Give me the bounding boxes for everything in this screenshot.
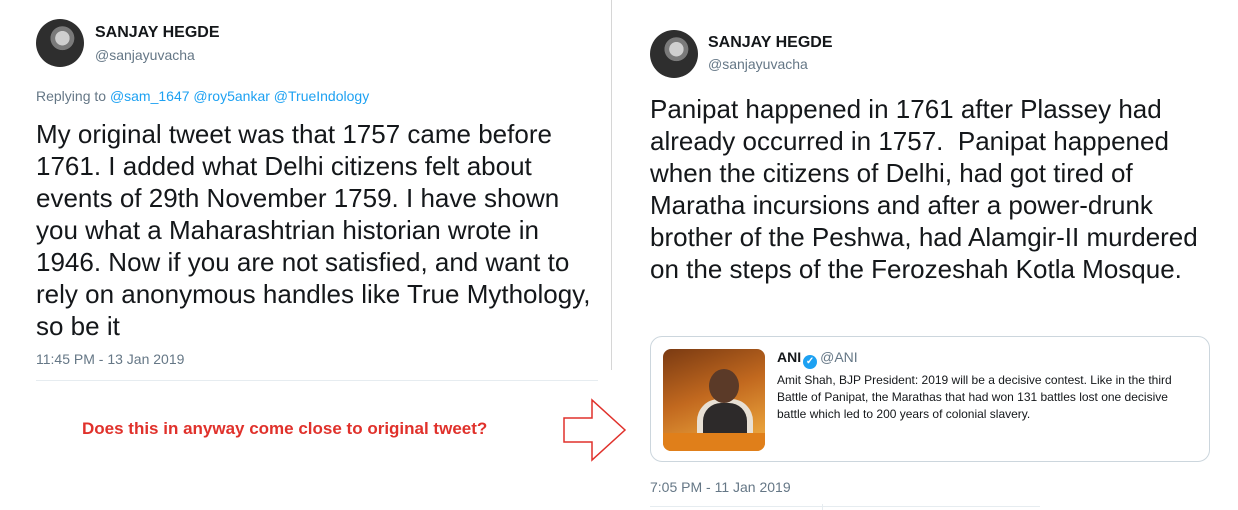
mention-link[interactable]: @sam_1647 — [110, 88, 190, 104]
avatar[interactable] — [650, 30, 698, 78]
author-name[interactable]: SANJAY HEGDE — [708, 34, 833, 52]
quoted-tweet-header: ANI ✓ @ANI — [777, 349, 858, 369]
tweet-timestamp[interactable]: 7:05 PM - 11 Jan 2019 — [650, 479, 791, 495]
mention-link[interactable]: @TrueIndology — [274, 88, 369, 104]
tweet-text: Panipat happened in 1761 after Plassey h… — [650, 94, 1205, 284]
annotation-question: Does this in anyway come close to origin… — [82, 419, 488, 438]
verified-badge-icon: ✓ — [803, 355, 818, 369]
quoted-tweet-text: Amit Shah, BJP President: 2019 will be a… — [777, 373, 1172, 421]
author-name[interactable]: SANJAY HEGDE — [95, 24, 220, 42]
divider-tick — [822, 504, 823, 510]
quoted-tweet-image[interactable] — [663, 349, 765, 451]
divider — [650, 506, 1040, 507]
author-handle[interactable]: @sanjayuvacha — [95, 47, 195, 63]
mention-link[interactable]: @roy5ankar — [193, 88, 269, 104]
tweet-text: My original tweet was that 1757 came bef… — [36, 119, 591, 341]
image-podium — [663, 433, 765, 451]
tweet-timestamp[interactable]: 11:45 PM - 13 Jan 2019 — [36, 351, 184, 367]
quoted-tweet-card[interactable]: ANI ✓ @ANI Amit Shah, BJP President: 2019 … — [650, 336, 1210, 462]
image-figure-head — [709, 369, 739, 403]
right-tweet: SANJAY HEGDE @sanjayuvacha Panipat happe… — [612, 0, 1238, 510]
screenshot-canvas: SANJAY HEGDE @sanjayuvacha Replying to @… — [0, 0, 1238, 510]
avatar[interactable] — [36, 19, 84, 67]
quoted-author-handle[interactable]: @ANI — [820, 349, 858, 365]
replying-to: Replying to @sam_1647 @roy5ankar @TrueIn… — [36, 88, 369, 104]
author-handle[interactable]: @sanjayuvacha — [708, 56, 808, 72]
replying-prefix: Replying to — [36, 88, 107, 104]
divider — [36, 380, 598, 381]
quoted-author-name[interactable]: ANI — [777, 349, 801, 365]
